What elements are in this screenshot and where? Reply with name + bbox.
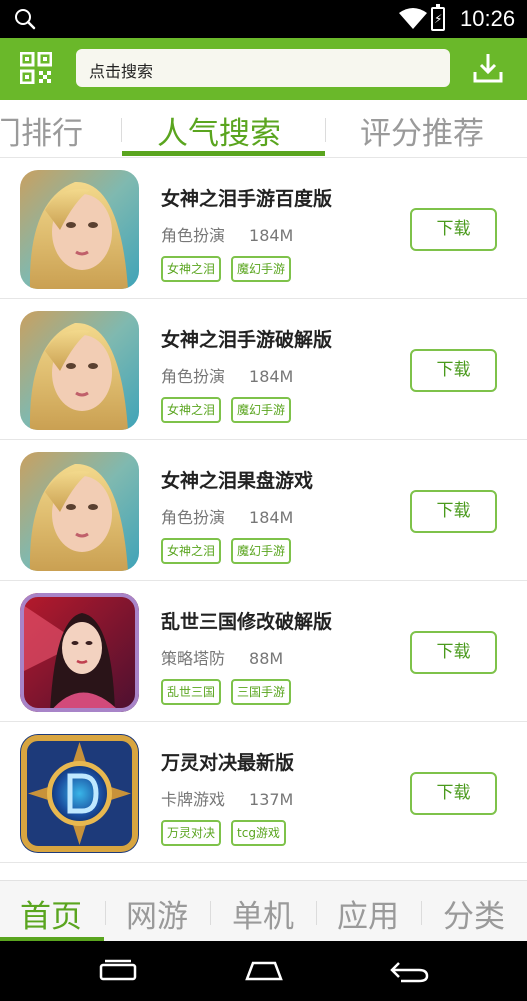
app-title[interactable]: 乱世三国修改破解版: [161, 607, 332, 634]
download-icon[interactable]: [472, 52, 504, 84]
nav-online-games[interactable]: 网游: [126, 891, 188, 936]
app-category: 卡牌游戏: [161, 790, 226, 809]
list-item[interactable]: 万灵对决最新版 卡牌游戏 137M 万灵对决 tcg游戏 下载: [0, 722, 527, 863]
app-meta: 角色扮演 184M: [161, 504, 293, 528]
status-bar: ⚡ 10:26: [0, 0, 527, 38]
nav-divider: [421, 901, 422, 925]
app-size: 184M: [249, 367, 294, 386]
back-icon[interactable]: [389, 959, 429, 983]
app-tag[interactable]: 魔幻手游: [231, 397, 292, 423]
nav-divider: [210, 901, 211, 925]
app-tags: 女神之泪 魔幻手游: [161, 256, 301, 282]
app-tag[interactable]: 万灵对决: [161, 820, 222, 846]
list-item[interactable]: 乱世三国修改破解版 策略塔防 88M 乱世三国 三国手游 下载: [0, 581, 527, 722]
qr-scan-icon[interactable]: [20, 52, 52, 84]
tab-popular-search[interactable]: 人气搜索: [157, 108, 281, 153]
goddess-game-icon[interactable]: [20, 311, 139, 430]
app-tag[interactable]: 魔幻手游: [231, 256, 292, 282]
app-title[interactable]: 女神之泪手游百度版: [161, 184, 332, 211]
search-icon[interactable]: [14, 8, 36, 30]
nav-single-player[interactable]: 单机: [232, 891, 294, 936]
tab-divider: [325, 118, 326, 142]
search-placeholder: 点击搜索: [89, 62, 154, 81]
app-tag[interactable]: 女神之泪: [161, 256, 222, 282]
list-item[interactable]: 女神之泪果盘游戏 角色扮演 184M 女神之泪 魔幻手游 下载: [0, 440, 527, 581]
list-item[interactable]: 女神之泪手游破解版 角色扮演 184M 女神之泪 魔幻手游 下载: [0, 299, 527, 440]
app-header: 点击搜索: [0, 38, 527, 100]
bottom-nav: 首页 网游 单机 应用 分类: [0, 880, 527, 942]
nav-home[interactable]: 首页: [20, 891, 82, 936]
nav-divider: [105, 901, 106, 925]
tab-hot-ranking[interactable]: 门排行: [0, 108, 83, 153]
wifi-icon: [399, 8, 427, 29]
app-title[interactable]: 万灵对决最新版: [161, 748, 294, 775]
download-button[interactable]: 下载: [410, 490, 497, 533]
home-icon[interactable]: [245, 959, 283, 981]
app-tag[interactable]: 乱世三国: [161, 679, 222, 705]
nav-divider: [316, 901, 317, 925]
app-tags: 乱世三国 三国手游: [161, 679, 301, 705]
recents-icon[interactable]: [99, 959, 137, 981]
app-meta: 角色扮演 184M: [161, 222, 293, 246]
list-item[interactable]: 女神之泪手游百度版 角色扮演 184M 女神之泪 魔幻手游 下载: [0, 158, 527, 299]
download-button[interactable]: 下载: [410, 349, 497, 392]
app-size: 184M: [249, 508, 294, 527]
nav-apps[interactable]: 应用: [337, 891, 399, 936]
app-tags: 女神之泪 魔幻手游: [161, 538, 301, 564]
app-size: 137M: [249, 790, 294, 809]
app-size: 88M: [249, 649, 284, 668]
battery-charging-icon: ⚡: [431, 4, 445, 31]
app-category: 角色扮演: [161, 508, 226, 527]
app-tag[interactable]: tcg游戏: [231, 820, 286, 846]
download-button[interactable]: 下载: [410, 208, 497, 251]
search-input[interactable]: 点击搜索: [76, 49, 450, 87]
status-time: 10:26: [460, 6, 516, 31]
app-size: 184M: [249, 226, 294, 245]
goddess-game-icon[interactable]: [20, 170, 139, 289]
active-tab-indicator: [122, 151, 325, 156]
app-category: 角色扮演: [161, 226, 226, 245]
app-tag[interactable]: 女神之泪: [161, 538, 222, 564]
top-tab-bar: 门排行 人气搜索 评分推荐: [0, 100, 527, 158]
app-category: 策略塔防: [161, 649, 226, 668]
app-title[interactable]: 女神之泪果盘游戏: [161, 466, 313, 493]
three-kingdoms-game-icon[interactable]: [20, 593, 139, 712]
tab-divider: [121, 118, 122, 142]
app-meta: 策略塔防 88M: [161, 645, 283, 669]
tab-rating-recommend[interactable]: 评分推荐: [360, 108, 484, 153]
download-button[interactable]: 下载: [410, 631, 497, 674]
app-category: 角色扮演: [161, 367, 226, 386]
app-tag[interactable]: 三国手游: [231, 679, 292, 705]
system-nav-bar: [0, 941, 527, 1001]
app-tags: 万灵对决 tcg游戏: [161, 820, 296, 846]
app-tag[interactable]: 魔幻手游: [231, 538, 292, 564]
app-tag[interactable]: 女神之泪: [161, 397, 222, 423]
card-game-emblem-icon[interactable]: [20, 734, 139, 853]
app-meta: 角色扮演 184M: [161, 363, 293, 387]
app-title[interactable]: 女神之泪手游破解版: [161, 325, 332, 352]
nav-categories[interactable]: 分类: [443, 891, 505, 936]
app-meta: 卡牌游戏 137M: [161, 786, 293, 810]
app-tags: 女神之泪 魔幻手游: [161, 397, 301, 423]
download-button[interactable]: 下载: [410, 772, 497, 815]
goddess-game-icon[interactable]: [20, 452, 139, 571]
